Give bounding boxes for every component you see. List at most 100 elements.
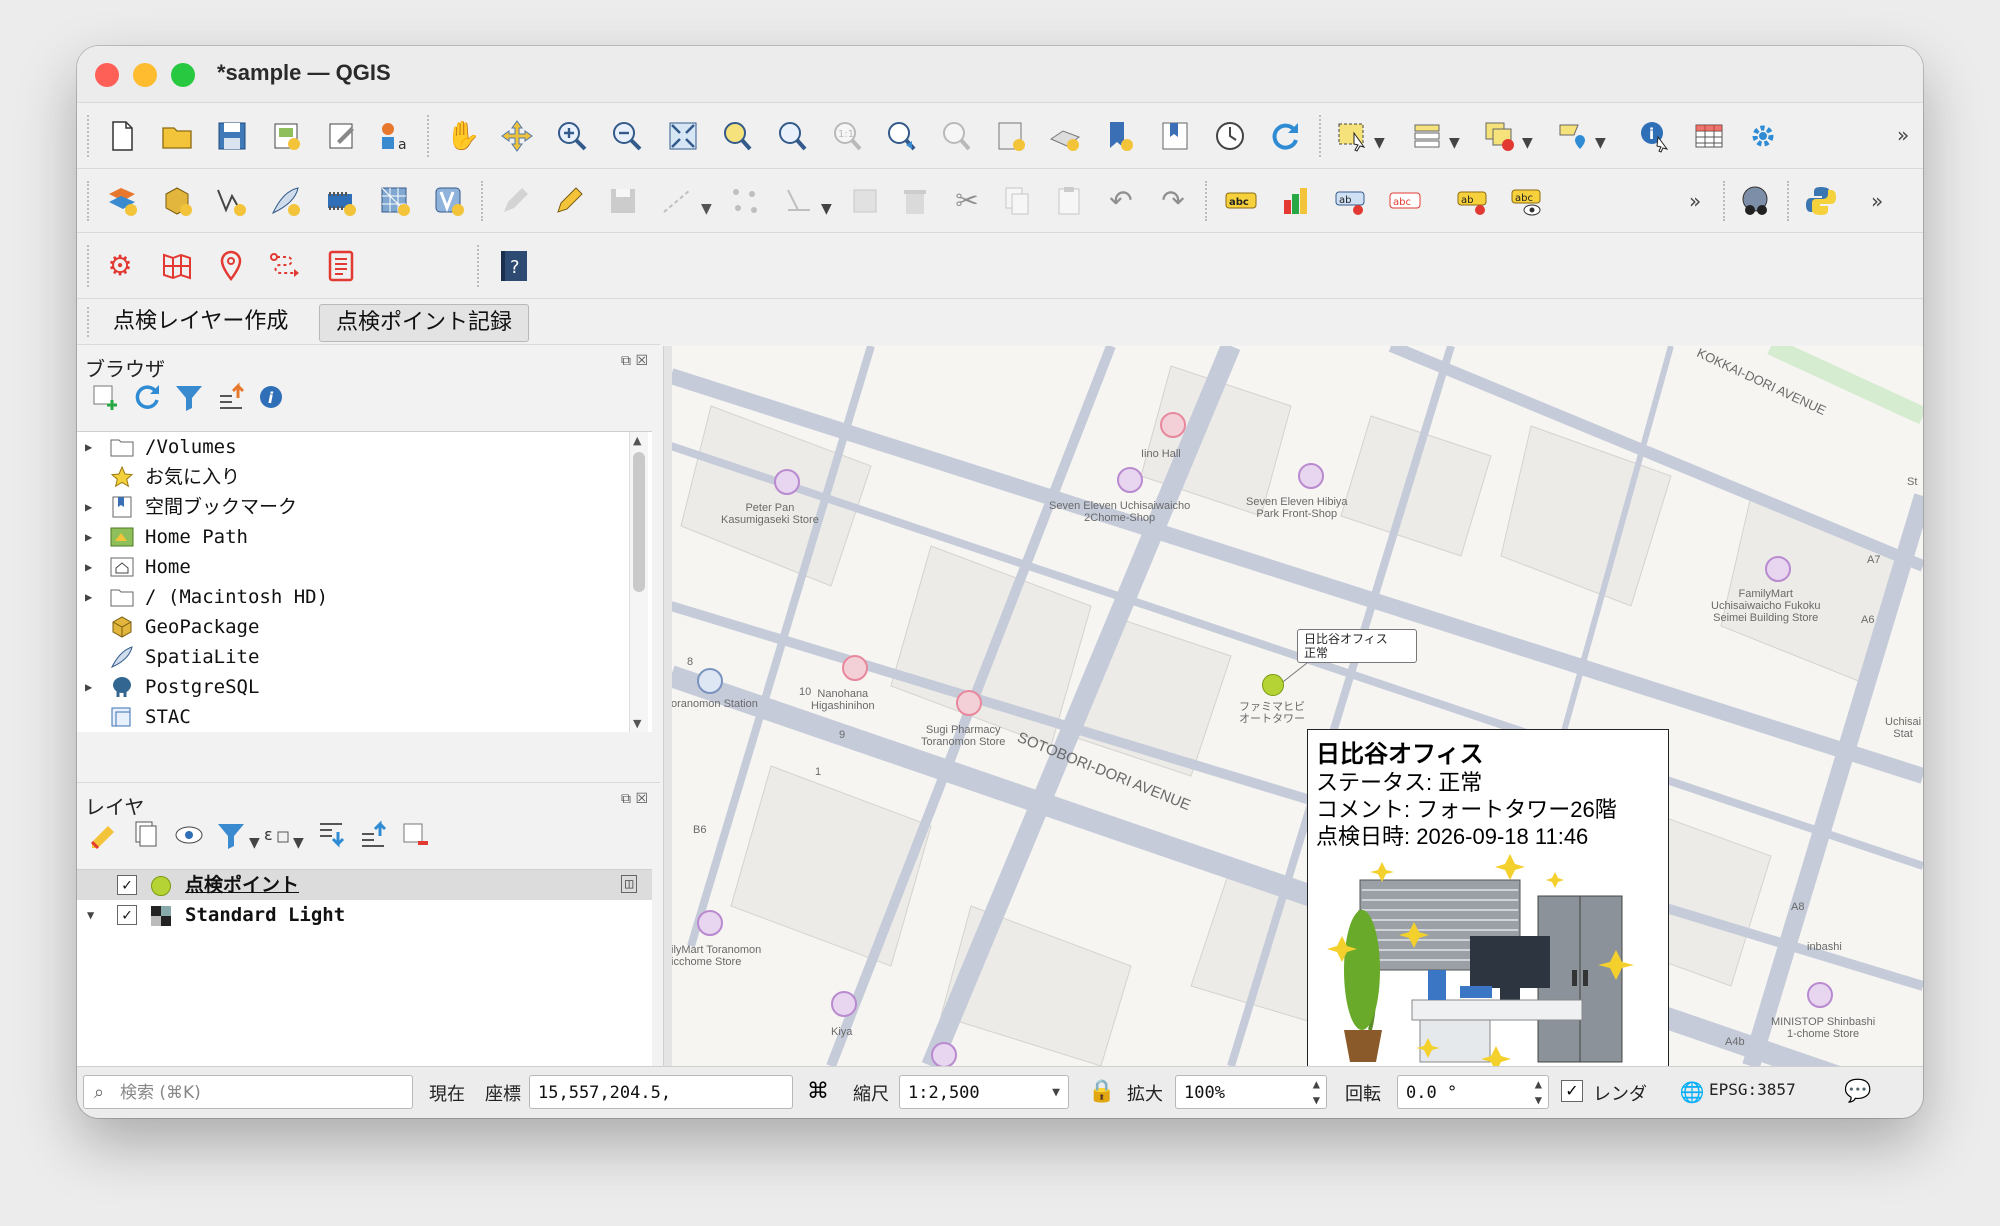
copy-icon[interactable]: [999, 183, 1035, 219]
change-label-icon[interactable]: abc: [1509, 183, 1545, 219]
shop-icon[interactable]: [1765, 556, 1791, 582]
messages-icon[interactable]: 💬: [1843, 1076, 1873, 1108]
redo-icon[interactable]: ↷: [1155, 183, 1191, 219]
delete-selected-icon[interactable]: [847, 183, 883, 219]
deselect-features-icon[interactable]: [1482, 118, 1518, 154]
current-edits-icon[interactable]: [497, 183, 533, 219]
magnifier-spinbox[interactable]: 100% ▲ ▼: [1175, 1075, 1327, 1109]
zoom-next-icon[interactable]: [938, 118, 974, 154]
enable-properties-icon[interactable]: i: [253, 379, 289, 415]
digitize-line-icon[interactable]: [659, 183, 695, 219]
help-book-icon[interactable]: ?: [495, 248, 531, 284]
shop-icon[interactable]: [1807, 982, 1833, 1008]
collapse-arrow-icon[interactable]: ▼: [87, 900, 94, 930]
shop-icon[interactable]: [1117, 467, 1143, 493]
quickmapservices-icon[interactable]: [1737, 183, 1773, 219]
scale-combobox[interactable]: 1:2,500 ▼: [899, 1075, 1069, 1109]
new-shapefile-layer-icon[interactable]: [213, 183, 249, 219]
create-inspection-layer-button[interactable]: 点検レイヤー作成: [97, 304, 304, 340]
zoom-window-button[interactable]: [171, 63, 195, 87]
toolbar3-overflow-icon[interactable]: »: [1871, 189, 1883, 213]
record-inspection-point-button[interactable]: 点検ポイント記録: [319, 304, 530, 342]
scroll-up-icon[interactable]: ▲: [633, 434, 641, 447]
browser-refresh-icon[interactable]: [129, 379, 165, 415]
pharmacy-icon[interactable]: [842, 655, 868, 681]
browser-item-home[interactable]: ▶ Home: [77, 552, 652, 582]
new-3d-view-icon[interactable]: [1047, 118, 1083, 154]
trash-icon[interactable]: [897, 183, 933, 219]
save-edits-icon[interactable]: [605, 183, 641, 219]
modify-caret-icon[interactable]: ▼: [821, 201, 832, 217]
data-source-manager-icon[interactable]: [104, 183, 140, 219]
close-panel-icon[interactable]: ☒: [635, 791, 648, 807]
render-checkbox[interactable]: ✓: [1561, 1080, 1583, 1102]
python-console-icon[interactable]: [1803, 183, 1839, 219]
shop-icon[interactable]: [1298, 463, 1324, 489]
float-panel-icon[interactable]: ⧉: [621, 353, 631, 369]
zoom-full-icon[interactable]: [665, 118, 701, 154]
deselect-caret-icon[interactable]: ▼: [1522, 135, 1533, 151]
temporal-controller-icon[interactable]: [1212, 118, 1248, 154]
browser-item-volumes[interactable]: ▶ /Volumes: [77, 432, 652, 462]
layout-manager-icon[interactable]: [324, 118, 360, 154]
zoom-to-layer-icon[interactable]: [774, 118, 810, 154]
station-icon[interactable]: [697, 668, 723, 694]
processing-toolbox-icon[interactable]: [1745, 118, 1781, 154]
close-panel-icon[interactable]: ☒: [635, 353, 648, 369]
shop-icon[interactable]: [931, 1042, 957, 1066]
show-hide-labels-icon[interactable]: abc: [1387, 183, 1423, 219]
zoom-native-icon[interactable]: 1:1: [829, 118, 865, 154]
locator-search-input[interactable]: ⌕ 検索 (⌘K): [83, 1075, 413, 1109]
layer-row-standard-light[interactable]: ▼ ✓ Standard Light: [77, 900, 652, 930]
browser-scroll-thumb[interactable]: [633, 452, 645, 592]
chevron-down-icon[interactable]: ▼: [1052, 1076, 1060, 1110]
add-selected-layers-icon[interactable]: [87, 379, 123, 415]
expand-arrow-icon[interactable]: ▶: [85, 492, 92, 522]
rotation-spinbox[interactable]: 0.0 ° ▲ ▼: [1397, 1075, 1549, 1109]
map-pin-icon[interactable]: [213, 248, 249, 284]
filter-browser-icon[interactable]: [171, 379, 207, 415]
float-panel-icon[interactable]: ⧉: [621, 791, 631, 807]
zoom-to-selection-icon[interactable]: [719, 118, 755, 154]
browser-item-spatialite[interactable]: SpatiaLite: [77, 642, 652, 672]
settings-gear-icon[interactable]: ⚙: [102, 248, 138, 284]
new-print-layout-icon[interactable]: [269, 118, 305, 154]
diagram-options-icon[interactable]: [1277, 183, 1313, 219]
new-mesh-layer-icon[interactable]: [377, 183, 413, 219]
pin-labels-icon[interactable]: ab: [1333, 183, 1369, 219]
expand-all-icon[interactable]: [313, 817, 349, 853]
layer-visibility-checkbox[interactable]: ✓: [117, 875, 137, 895]
open-layer-styling-icon[interactable]: [87, 817, 123, 853]
save-project-icon[interactable]: [214, 118, 250, 154]
zoom-last-icon[interactable]: [883, 118, 919, 154]
paste-icon[interactable]: [1051, 183, 1087, 219]
zoom-out-icon[interactable]: [609, 118, 645, 154]
lock-scale-icon[interactable]: 🔒: [1087, 1075, 1117, 1109]
scroll-down-icon[interactable]: ▼: [633, 717, 641, 730]
shop-icon[interactable]: [831, 991, 857, 1017]
identify-features-icon[interactable]: i: [1637, 118, 1673, 154]
cut-icon[interactable]: ✂: [949, 183, 985, 219]
expand-arrow-icon[interactable]: ▶: [85, 582, 92, 612]
label-toolbar-icon[interactable]: abc: [1223, 183, 1259, 219]
select-features-icon[interactable]: [1335, 118, 1371, 154]
expand-arrow-icon[interactable]: ▶: [85, 432, 92, 462]
filter-legend-icon[interactable]: [213, 817, 249, 853]
grid-map-icon[interactable]: [159, 248, 195, 284]
show-bookmarks-icon[interactable]: [1157, 118, 1193, 154]
new-spatialite-layer-icon[interactable]: [267, 183, 303, 219]
layer-row-inspection-points[interactable]: ✓ 点検ポイント ◫: [77, 870, 652, 900]
spin-arrows-icon[interactable]: ▲ ▼: [1535, 1076, 1542, 1108]
select-dropdown-caret-icon[interactable]: ▼: [1374, 135, 1385, 151]
browser-item-home-path[interactable]: ▶ Home Path: [77, 522, 652, 552]
new-temporary-layer-icon[interactable]: [431, 183, 467, 219]
pharmacy-icon[interactable]: [956, 690, 982, 716]
collapse-layers-icon[interactable]: [355, 817, 391, 853]
add-group-icon[interactable]: [129, 817, 165, 853]
coordinate-capture-icon[interactable]: ⌘: [801, 1075, 835, 1109]
poi-icon[interactable]: [1160, 412, 1186, 438]
browser-scrollbar[interactable]: ▲ ▼: [629, 432, 648, 732]
browser-item-spatial-bookmarks[interactable]: ▶ 空間ブックマーク: [77, 492, 652, 522]
digitize-caret-icon[interactable]: ▼: [701, 201, 712, 217]
report-document-icon[interactable]: [323, 248, 359, 284]
